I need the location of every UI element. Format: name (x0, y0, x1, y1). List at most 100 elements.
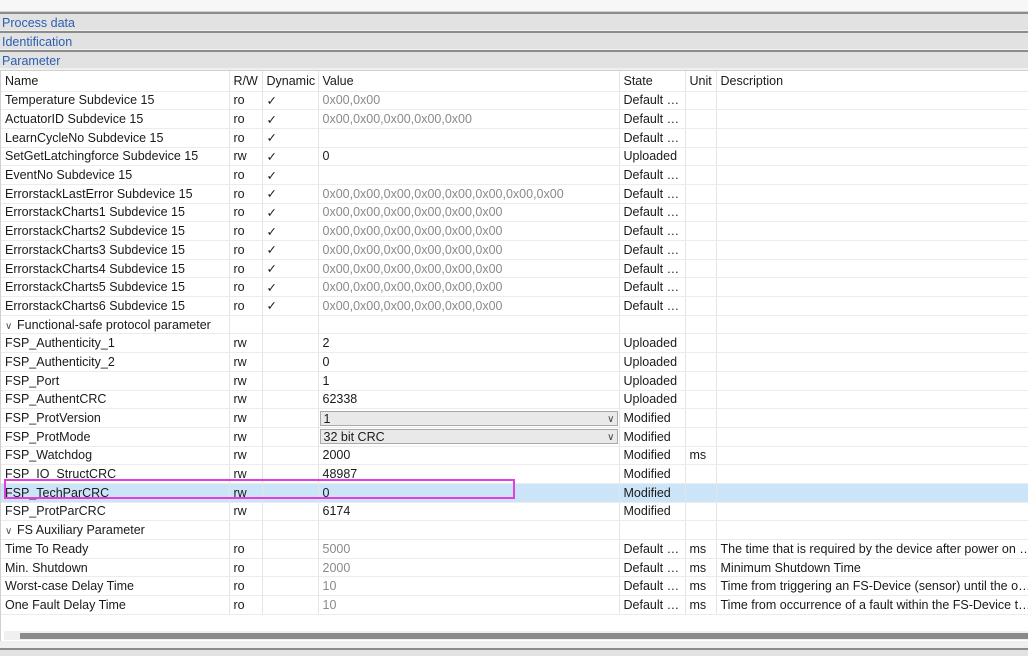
cell-value[interactable]: 2000 (318, 446, 620, 466)
cell-state: Modified (619, 483, 686, 503)
cell-name: One Fault Delay Time (1, 595, 230, 615)
cell-state: Default va... (619, 109, 686, 129)
horizontal-scrollbar[interactable] (4, 631, 1028, 640)
cell-state: Default va... (619, 576, 686, 597)
table-row[interactable]: ErrorstackCharts2 Subdevice 15 ro ✓ 0x00,0x… (1, 221, 1028, 241)
cell-rw: ro (229, 296, 263, 316)
cell-description (716, 502, 1028, 522)
group-row[interactable]: ∨ FS Auxiliary Parameter (1, 520, 1028, 540)
column-header-dynamic[interactable]: Dynamic (262, 71, 319, 92)
cell-unit (685, 147, 717, 167)
cell-dynamic (262, 558, 319, 578)
table-row[interactable]: FSP_Authenticity_2 rw 0 Uploaded (1, 352, 1028, 372)
cell-state: Default va... (619, 203, 686, 223)
cell-name: FSP_Watchdog (1, 446, 230, 466)
table-row[interactable]: ErrorstackCharts1 Subdevice 15 ro ✓ 0x00,0x… (1, 203, 1028, 223)
table-row[interactable]: FSP_ProtMode rw 32 bit CRC ∨ Modified (1, 427, 1028, 447)
cell-rw: rw (229, 333, 263, 354)
cell-unit: ms (685, 595, 717, 615)
chevron-down-icon[interactable]: ∨ (607, 430, 614, 445)
table-row[interactable]: ErrorstackCharts6 Subdevice 15 ro ✓ 0x00,0x… (1, 296, 1028, 316)
cell-unit (685, 427, 717, 447)
group-cell[interactable]: ∨ FS Auxiliary Parameter (1, 520, 230, 540)
cell-value[interactable]: 48987 (318, 464, 620, 484)
column-header-value[interactable]: Value (318, 71, 620, 92)
column-header-state[interactable]: State (619, 71, 686, 92)
cell-unit (685, 371, 717, 391)
cell-rw: ro (229, 165, 263, 185)
table-row[interactable]: ErrorstackCharts5 Subdevice 15 ro ✓ 0x00,0x… (1, 277, 1028, 298)
table-row[interactable]: ErrorstackCharts3 Subdevice 15 ro ✓ 0x00,0x… (1, 240, 1028, 260)
table-row[interactable]: FSP_Watchdog rw 2000 Modified ms (1, 446, 1028, 466)
cell-value[interactable]: 62338 (318, 390, 620, 410)
cell-rw: rw (229, 408, 263, 428)
cell-value[interactable]: 32 bit CRC ∨ (318, 427, 620, 447)
dropdown-value: 32 bit CRC (323, 430, 385, 445)
value-dropdown[interactable]: 32 bit CRC ∨ (319, 429, 618, 445)
table-row[interactable]: FSP_IO_StructCRC rw 48987 Modified (1, 464, 1028, 484)
cell-state: Uploaded (619, 371, 686, 391)
group-row[interactable]: ∨ Functional-safe protocol parameter (1, 315, 1028, 335)
cell-value[interactable]: 2 (318, 333, 620, 354)
table-row[interactable]: EventNo Subdevice 15 ro ✓ Default va... (1, 165, 1028, 185)
table-row-selected[interactable]: FSP_TechParCRC rw 0 Modified (1, 483, 1028, 503)
cell-value[interactable]: 1 ∨ (318, 408, 620, 428)
cell-state: Default va... (619, 296, 686, 316)
chevron-down-icon[interactable]: ∨ (607, 412, 614, 427)
cell-description (716, 165, 1028, 185)
cell-state: Uploaded (619, 333, 686, 354)
table-row[interactable]: FSP_ProtParCRC rw 6174 Modified (1, 502, 1028, 522)
table-row[interactable]: ErrorstackCharts4 Subdevice 15 ro ✓ 0x00,0x… (1, 259, 1028, 279)
column-header-rw[interactable]: R/W (229, 71, 263, 92)
cell-name: Temperature Subdevice 15 (1, 91, 230, 111)
group-cell[interactable]: ∨ Functional-safe protocol parameter (1, 315, 230, 335)
table-row[interactable]: Time To Ready ro 5000 Default va... ms The ti… (1, 539, 1028, 559)
table-row[interactable]: FSP_AuthentCRC rw 62338 Uploaded (1, 390, 1028, 410)
table-row[interactable]: LearnCycleNo Subdevice 15 ro ✓ Default va..… (1, 128, 1028, 148)
section-bottom-bar[interactable] (0, 648, 1028, 656)
table-row[interactable]: One Fault Delay Time ro 10 Default va... ms T… (1, 595, 1028, 615)
chevron-down-icon[interactable]: ∨ (5, 526, 17, 537)
table-row[interactable]: FSP_ProtVersion rw 1 ∨ Modified (1, 408, 1028, 428)
table-row[interactable]: ErrorstackLastError Subdevice 15 ro ✓ 0x00,… (1, 184, 1028, 204)
column-header-description[interactable]: Description (716, 71, 1028, 92)
cell-description (716, 203, 1028, 223)
cell-value: 5000 (318, 539, 620, 559)
column-header-name[interactable]: Name (1, 71, 230, 92)
cell-unit (685, 240, 717, 260)
cell-description (716, 446, 1028, 466)
chevron-down-icon[interactable]: ∨ (5, 321, 17, 332)
cell-state: Default va... (619, 558, 686, 578)
table-row[interactable]: Worst-case Delay Time ro 10 Default va... ms… (1, 576, 1028, 597)
cell-value[interactable]: 0 (318, 483, 620, 503)
section-parameter[interactable]: Parameter (0, 50, 1028, 68)
cell-value[interactable]: 0 (318, 352, 620, 372)
cell-value: 0x00,0x00,0x00,0x00,0x00,0x00 (318, 296, 620, 316)
empty-cell (685, 520, 717, 540)
cell-name: Time To Ready (1, 539, 230, 559)
cell-value: 10 (318, 595, 620, 615)
section-process-data[interactable]: Process data (0, 12, 1028, 30)
cell-state: Default va... (619, 184, 686, 204)
cell-unit: ms (685, 446, 717, 466)
cell-unit (685, 296, 717, 316)
table-row[interactable]: Temperature Subdevice 15 ro ✓ 0x00,0x00 Defa… (1, 91, 1028, 111)
table-row[interactable]: FSP_Port rw 1 Uploaded (1, 371, 1028, 391)
table-row[interactable]: SetGetLatchingforce Subdevice 15 rw ✓ 0 Uplo… (1, 147, 1028, 167)
table-row[interactable]: ActuatorID Subdevice 15 ro ✓ 0x00,0x00,0x00… (1, 109, 1028, 129)
group-label: Functional-safe protocol parameter (17, 317, 211, 332)
cell-rw: ro (229, 539, 263, 559)
scrollbar-thumb[interactable] (20, 633, 1028, 639)
cell-value: 0x00,0x00 (318, 91, 620, 111)
value-dropdown[interactable]: 1 ∨ (319, 410, 618, 427)
cell-value[interactable]: 6174 (318, 502, 620, 522)
cell-value[interactable]: 1 (318, 371, 620, 391)
column-header-unit[interactable]: Unit (685, 71, 717, 92)
cell-name: FSP_ProtParCRC (1, 502, 230, 522)
cell-value[interactable]: 0 (318, 147, 620, 167)
table-row[interactable]: Min. Shutdown ro 2000 Default va... ms Minimu… (1, 558, 1028, 578)
cell-rw: ro (229, 277, 263, 298)
section-identification[interactable]: Identification (0, 31, 1028, 49)
table-row[interactable]: FSP_Authenticity_1 rw 2 Uploaded (1, 333, 1028, 354)
cell-value: 0x00,0x00,0x00,0x00,0x00,0x00 (318, 240, 620, 260)
